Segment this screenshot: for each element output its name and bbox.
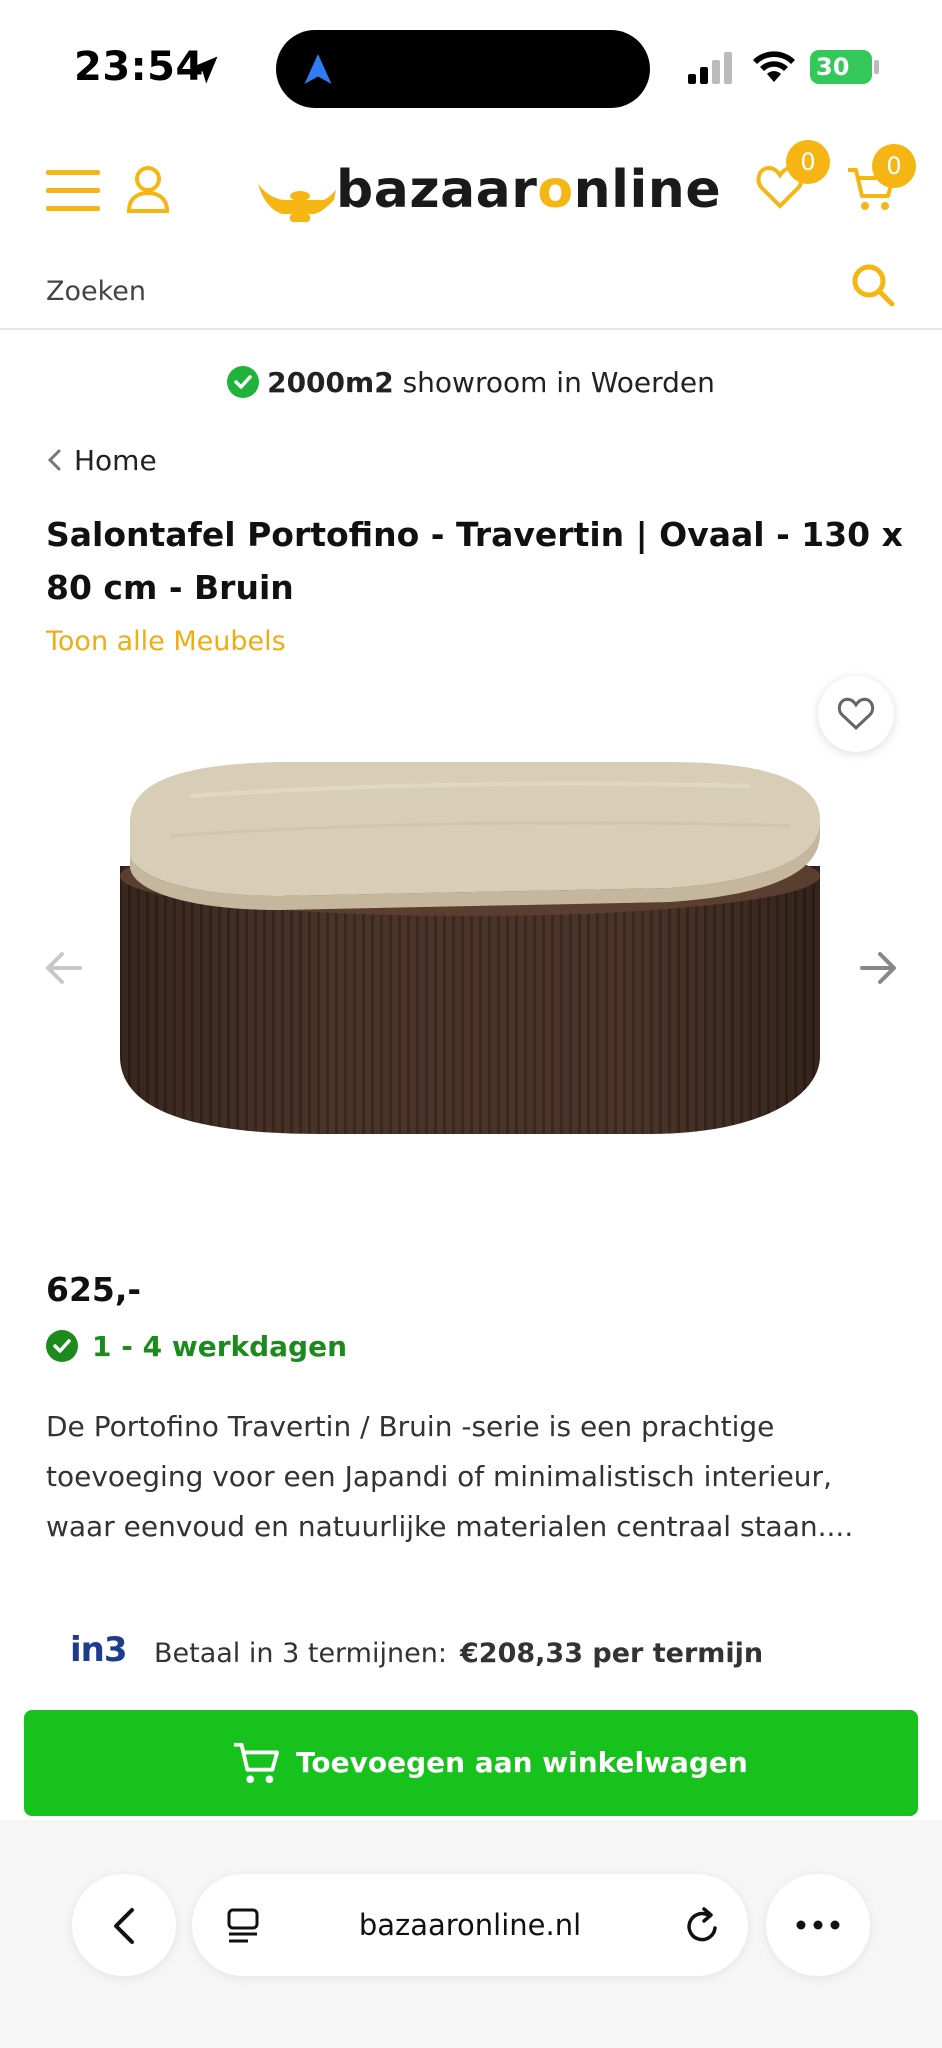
delivery-text: 1 - 4 werkdagen <box>92 1330 348 1363</box>
dynamic-island <box>276 30 650 108</box>
installments-amount: €208,33 per termijn <box>460 1638 764 1669</box>
product-price: 625,- <box>46 1270 142 1309</box>
location-arrow-icon <box>190 56 218 84</box>
check-circle-icon <box>46 1330 78 1362</box>
search-bar <box>0 252 942 330</box>
battery-cap <box>874 60 879 74</box>
status-bar: 23:54 30 <box>0 0 942 140</box>
browser-more-button[interactable] <box>766 1874 870 1976</box>
browser-address-bar[interactable]: bazaaronline.nl <box>192 1874 748 1976</box>
search-input[interactable] <box>46 266 806 316</box>
reload-icon[interactable] <box>684 1906 722 1946</box>
logo-text-part: bazaar <box>336 160 538 220</box>
chevron-left-icon <box>114 1908 134 1944</box>
breadcrumb[interactable]: Home <box>46 444 157 477</box>
cart-icon <box>233 1742 280 1784</box>
navigation-arrow-icon <box>304 54 332 84</box>
showroom-note: 2000m2 showroom in Woerden <box>0 366 942 399</box>
add-to-wishlist-button[interactable] <box>818 676 894 752</box>
browser-url[interactable]: bazaaronline.nl <box>192 1874 748 1976</box>
more-dots-icon <box>796 1920 840 1930</box>
cellular-signal-icon <box>688 52 732 84</box>
gallery-prev-arrow-icon[interactable] <box>44 950 84 986</box>
in3-logo: in3 <box>70 1630 128 1670</box>
browser-back-button[interactable] <box>72 1874 176 1976</box>
showroom-size: 2000m2 <box>267 366 394 399</box>
heart-outline-icon <box>837 697 875 731</box>
wifi-icon <box>753 51 795 82</box>
logo-text-accent: o <box>537 160 574 220</box>
hamburger-menu-icon[interactable] <box>46 168 100 214</box>
site-logo[interactable]: bazaaronline <box>256 156 721 236</box>
battery-level: 30 <box>816 53 850 81</box>
battery-indicator: 30 <box>810 50 872 84</box>
add-to-cart-label: Toevoegen aan winkelwagen <box>296 1746 748 1779</box>
showroom-location: showroom in Woerden <box>393 366 715 399</box>
category-link[interactable]: Toon alle Meubels <box>46 626 286 657</box>
wishlist-count-badge: 0 <box>786 140 830 184</box>
account-icon[interactable] <box>126 164 170 214</box>
installments-banner: in3 Betaal in 3 termijnen: €208,33 per t… <box>0 1620 942 1690</box>
browser-toolbar: bazaaronline.nl <box>0 1820 942 2048</box>
logo-text-part: nline <box>573 160 722 220</box>
logo-wordmark: bazaaronline <box>336 160 721 220</box>
breadcrumb-home[interactable]: Home <box>74 444 157 477</box>
product-description: De Portofino Travertin / Bruin -serie is… <box>46 1410 854 1543</box>
installments-label: Betaal in 3 termijnen: <box>154 1638 447 1669</box>
product-image <box>120 762 820 1134</box>
add-to-cart-button[interactable]: Toevoegen aan winkelwagen <box>24 1710 918 1816</box>
delivery-time: 1 - 4 werkdagen <box>46 1330 347 1363</box>
gallery-next-arrow-icon[interactable] <box>858 950 898 986</box>
genie-lamp-icon <box>258 184 336 222</box>
product-title: Salontafel Portofino - Travertin | Ovaal… <box>46 515 903 607</box>
search-icon[interactable] <box>850 262 896 308</box>
chevron-left-icon <box>47 449 61 471</box>
status-time: 23:54 <box>74 44 204 90</box>
check-circle-icon <box>227 366 260 398</box>
cart-count-badge: 0 <box>872 144 916 188</box>
site-header: bazaaronline 0 0 <box>0 140 942 260</box>
